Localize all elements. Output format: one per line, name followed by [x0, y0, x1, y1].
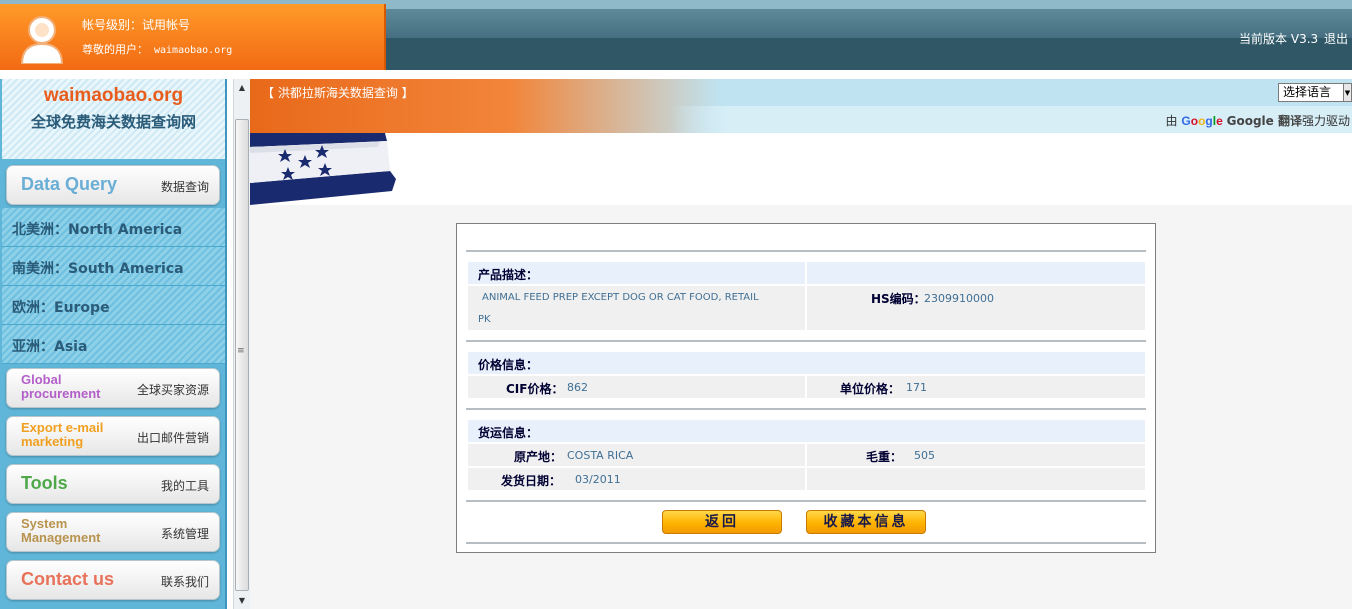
region-north-america-label: 北美洲：North America — [12, 222, 183, 238]
cif-price-value: 862 — [567, 381, 588, 394]
translate-prefix: 由 — [1165, 114, 1178, 128]
price-section-title: 价格信息： — [478, 358, 539, 372]
origin-cell: 原产地： COSTA RICA — [468, 444, 805, 466]
content-banner: 【 洪都拉斯海关数据查询 】 选择语言 ▼ 由 Google Google 翻译… — [250, 79, 1352, 133]
divider — [466, 542, 1146, 544]
menu-system-cn: 系统管理 — [160, 527, 209, 541]
region-europe[interactable]: 欧洲：Europe — [2, 286, 225, 325]
honduras-flag-icon — [250, 133, 396, 205]
user-greeting: 尊敬的用户： waimaobao.org — [82, 41, 232, 57]
logout-link[interactable]: 退出 — [1324, 32, 1348, 46]
region-europe-label: 欧洲：Europe — [12, 300, 110, 316]
menu-system[interactable]: System Management 系统管理 — [6, 512, 220, 552]
flag-row — [250, 133, 1352, 205]
divider — [466, 340, 1146, 342]
scroll-down-arrow-icon[interactable]: ▼ — [234, 592, 250, 609]
username: waimaobao.org — [154, 45, 233, 56]
region-south-america[interactable]: 南美洲：South America — [2, 247, 225, 286]
product-section-header: 产品描述： — [468, 262, 805, 284]
menu-data-query-en: Data Query — [21, 174, 118, 194]
product-detail-box: 产品描述： ANIMAL FEED PREP EXCEPT DOG OR CAT… — [456, 223, 1156, 553]
product-description-cell: ANIMAL FEED PREP EXCEPT DOG OR CAT FOOD,… — [468, 286, 805, 330]
product-description: ANIMAL FEED PREP EXCEPT DOG OR CAT FOOD,… — [482, 292, 759, 303]
back-button[interactable]: 返回 — [662, 510, 782, 534]
user-avatar-icon — [20, 16, 64, 64]
google-translate-note: 由 Google Google 翻译强力驱动 — [1166, 112, 1350, 129]
menu-export-email-en: Export e-mail marketing — [21, 420, 104, 449]
menu-system-en: System Management — [21, 516, 101, 545]
region-asia[interactable]: 亚洲：Asia — [2, 325, 225, 364]
scroll-grip-icon: ≡ — [237, 346, 245, 356]
menu-tools[interactable]: Tools 我的工具 — [6, 464, 220, 504]
google-logo-icon: Google — [1181, 114, 1223, 128]
gross-weight-value: 505 — [914, 449, 935, 462]
shipping-section-title: 货运信息： — [478, 426, 539, 440]
origin-value: COSTA RICA — [567, 449, 634, 462]
ship-date-cell: 发货日期： 03/2011 — [468, 468, 805, 490]
banner-title: 【 洪都拉斯海关数据查询 】 — [262, 86, 414, 100]
region-south-america-label: 南美洲：South America — [12, 261, 184, 277]
price-section-header: 价格信息： — [468, 352, 1145, 374]
menu-contact[interactable]: Contact us 联系我们 — [6, 560, 220, 600]
ship-date-value: 03/2011 — [575, 473, 621, 486]
site-logo[interactable]: waimaobao.org 全球免费海关数据查询网 — [2, 79, 225, 159]
gross-weight-label: 毛重： — [866, 450, 903, 464]
empty-cell — [807, 468, 1145, 490]
menu-global-procurement-cn: 全球买家资源 — [136, 383, 209, 397]
region-asia-label: 亚洲：Asia — [12, 339, 88, 355]
menu-tools-cn: 我的工具 — [160, 479, 209, 493]
menu-export-email-cn: 出口邮件营销 — [136, 431, 209, 445]
menu-global-procurement-en: Global procurement — [21, 372, 101, 401]
cif-price-cell: CIF价格： 862 — [468, 376, 805, 398]
cif-price-label: CIF价格： — [506, 382, 564, 396]
menu-data-query-cn: 数据查询 — [160, 180, 209, 194]
chevron-down-icon[interactable]: ▼ — [1343, 83, 1352, 102]
ship-date-label: 发货日期： — [501, 474, 562, 488]
user-label: 尊敬的用户： — [82, 43, 148, 56]
sidebar-scrollbar[interactable]: ▲ ≡ ▼ — [233, 79, 250, 609]
unit-price-value: 171 — [906, 381, 927, 394]
translate-suffix: 强力驱动 — [1301, 114, 1350, 128]
logo-slogan: 全球免费海关数据查询网 — [30, 113, 196, 131]
menu-data-query[interactable]: Data Query 数据查询 — [6, 165, 220, 205]
divider — [466, 250, 1146, 252]
shipping-section-header: 货运信息： — [468, 420, 1145, 442]
sidebar: waimaobao.org 全球免费海关数据查询网 Data Query 数据查… — [0, 79, 227, 609]
menu-global-procurement[interactable]: Global procurement 全球买家资源 — [6, 368, 220, 408]
save-favorite-button[interactable]: 收藏本信息 — [806, 510, 926, 534]
account-level: 帐号级别：试用帐号 — [82, 18, 191, 32]
translate-brand[interactable]: Google 翻译 — [1227, 114, 1302, 128]
scroll-up-arrow-icon[interactable]: ▲ — [234, 79, 250, 96]
menu-contact-en: Contact us — [21, 569, 115, 589]
menu-contact-cn: 联系我们 — [160, 575, 209, 589]
menu-export-email[interactable]: Export e-mail marketing 出口邮件营销 — [6, 416, 220, 456]
logo-domain: waimaobao.org — [43, 85, 184, 106]
language-select-value: 选择语言 — [1283, 85, 1332, 99]
product-section-header-right — [807, 262, 1145, 284]
origin-label: 原产地： — [514, 450, 563, 464]
divider — [466, 408, 1146, 410]
hs-code-cell: HS编码： 2309910000 — [807, 286, 1145, 330]
product-section-title: 产品描述： — [478, 268, 539, 282]
divider — [466, 500, 1146, 502]
product-description-cont: PK — [478, 314, 491, 325]
version-bar: 当前版本 V3.3 退出 — [1237, 30, 1348, 47]
user-info-panel: 帐号级别：试用帐号 尊敬的用户： waimaobao.org — [0, 4, 386, 70]
version-text: 当前版本 V3.3 — [1239, 32, 1319, 46]
unit-price-label: 单位价格： — [840, 382, 901, 396]
hs-code-label: HS编码： — [871, 292, 926, 306]
hs-code-value: 2309910000 — [924, 292, 994, 305]
menu-tools-en: Tools — [21, 473, 68, 493]
unit-price-cell: 单位价格： 171 — [807, 376, 1145, 398]
language-select[interactable]: 选择语言 ▼ — [1278, 83, 1352, 102]
region-north-america[interactable]: 北美洲：North America — [2, 208, 225, 247]
gross-weight-cell: 毛重： 505 — [807, 444, 1145, 466]
top-header: 帐号级别：试用帐号 尊敬的用户： waimaobao.org 当前版本 V3.3 … — [0, 0, 1352, 70]
